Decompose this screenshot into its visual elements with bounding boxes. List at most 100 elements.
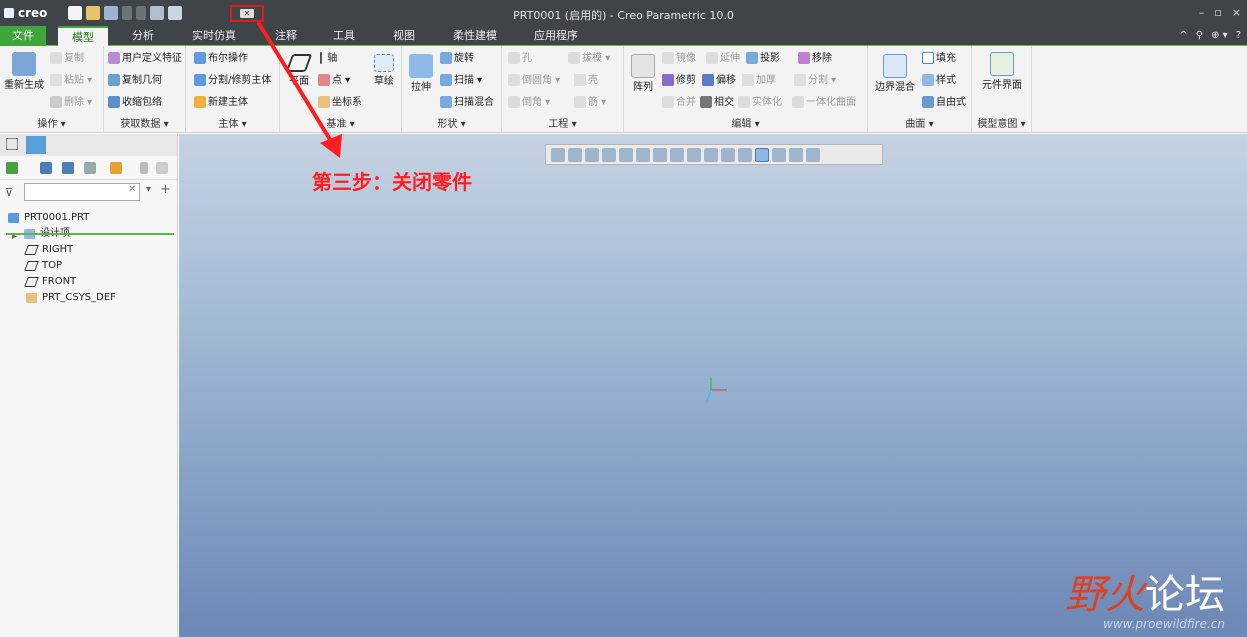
project-button[interactable]: 投影 — [746, 52, 780, 66]
boundary-blend-button[interactable]: 边界混合 — [872, 54, 918, 94]
plane-button[interactable]: 平面 — [284, 54, 314, 88]
search-icon[interactable]: ⚲ — [1196, 30, 1203, 41]
extrude-button[interactable]: 拉伸 — [406, 54, 436, 94]
sweep-button[interactable]: 扫描 ▾ — [440, 74, 482, 88]
maximize-button[interactable]: ▫ — [1214, 6, 1221, 19]
hole-button[interactable]: 孔 — [508, 52, 532, 66]
tab-analysis[interactable]: 分析 — [120, 26, 166, 46]
delete-button[interactable]: 删除 ▾ — [50, 96, 92, 110]
settings-icon[interactable]: ⊕ ▾ — [1211, 30, 1228, 41]
paste-button[interactable]: 粘贴 ▾ — [50, 74, 92, 88]
sketch-button[interactable]: 草绘 — [370, 54, 398, 88]
model-tree-icon[interactable] — [6, 162, 18, 174]
spin-center-icon[interactable] — [806, 147, 820, 162]
axis-display-icon[interactable] — [721, 147, 735, 162]
engineering-group-label[interactable]: 工程 ▾ — [502, 115, 623, 130]
graphics-window[interactable]: 第三步：关闭零件 野火论坛 www.proewildfire.cn — [179, 134, 1247, 637]
display-style-icon[interactable] — [653, 147, 667, 162]
minimize-button[interactable]: – — [1199, 6, 1205, 19]
split-button[interactable]: 分割 ▾ — [794, 74, 836, 88]
pattern-button[interactable]: 阵列 — [628, 54, 658, 94]
operations-group-label[interactable]: 操作 ▾ — [0, 115, 103, 130]
view-manager-icon[interactable] — [670, 147, 684, 162]
clear-icon[interactable]: ✕ — [128, 184, 136, 195]
csys-button[interactable]: 坐标系 — [318, 96, 362, 110]
udf-button[interactable]: 用户定义特征 — [108, 52, 182, 66]
tab-annotate[interactable]: 注释 — [266, 26, 306, 46]
tab-model[interactable]: 模型 — [58, 26, 108, 46]
show-icon[interactable] — [110, 162, 122, 174]
help-icon[interactable]: ? — [1236, 30, 1241, 41]
solidify-button[interactable]: 实体化 — [738, 96, 782, 110]
tree-item-part[interactable]: PRT0001.PRT — [0, 210, 178, 226]
shell-button[interactable]: 壳 — [574, 74, 598, 88]
pause-icon[interactable] — [789, 147, 803, 162]
copy-button[interactable]: 复制 — [50, 52, 84, 66]
chamfer-button[interactable]: 倒角 ▾ — [508, 96, 550, 110]
trim-button[interactable]: 修剪 — [662, 74, 696, 88]
more-icon[interactable] — [140, 162, 148, 174]
close-button[interactable]: × — [1232, 6, 1241, 19]
datum-group-label[interactable]: 基准 ▾ — [280, 115, 401, 130]
point-display-icon[interactable] — [738, 147, 752, 162]
swept-blend-button[interactable]: 扫描混合 — [440, 96, 494, 110]
saved-views-icon[interactable] — [636, 147, 650, 162]
tab-view[interactable]: 视图 — [382, 26, 426, 46]
new-body-button[interactable]: 新建主体 — [194, 96, 248, 110]
perspective-icon[interactable] — [687, 147, 701, 162]
shrinkwrap-button[interactable]: 收缩包络 — [108, 96, 162, 110]
round-button[interactable]: 倒圆角 ▾ — [508, 74, 560, 88]
remove-button[interactable]: 移除 — [798, 52, 832, 66]
reorient-icon[interactable] — [619, 147, 633, 162]
tree-item-front[interactable]: FRONT — [0, 274, 178, 290]
tree-filter-icon[interactable] — [84, 162, 96, 174]
get-data-group-label[interactable]: 获取数据 ▾ — [104, 115, 185, 130]
insert-indicator[interactable] — [6, 233, 174, 235]
freestyle-button[interactable]: 自由式 — [922, 96, 966, 110]
copy-geometry-button[interactable]: 复制几何 — [108, 74, 162, 88]
offset-button[interactable]: 偏移 — [702, 74, 736, 88]
preview-icon[interactable] — [156, 162, 168, 174]
zoom-in-icon[interactable] — [568, 147, 582, 162]
model-intent-group-label[interactable]: 模型意图 ▾ — [972, 115, 1031, 130]
body-group-label[interactable]: 主体 ▾ — [186, 115, 279, 130]
intersect-button[interactable]: 相交 — [700, 96, 734, 110]
style-button[interactable]: 样式 — [922, 74, 956, 88]
rib-button[interactable]: 筋 ▾ — [574, 96, 606, 110]
axis-button[interactable]: 轴 — [320, 52, 337, 66]
tab-flexible-modeling[interactable]: 柔性建模 — [444, 26, 506, 46]
chevron-down-icon[interactable]: ▾ — [146, 184, 151, 195]
tab-simulation[interactable]: 实时仿真 — [186, 26, 242, 46]
split-trim-button[interactable]: 分割/修剪主体 — [194, 74, 271, 88]
tab-applications[interactable]: 应用程序 — [526, 26, 586, 46]
add-icon[interactable]: + — [160, 182, 171, 197]
tree-item-right[interactable]: RIGHT — [0, 242, 178, 258]
annotation-display-icon[interactable] — [772, 147, 786, 162]
repaint-icon[interactable] — [602, 147, 616, 162]
point-button[interactable]: 点 ▾ — [318, 74, 350, 88]
shapes-group-label[interactable]: 形状 ▾ — [402, 115, 501, 130]
tab-tools[interactable]: 工具 — [322, 26, 366, 46]
mirror-button[interactable]: 镜像 — [662, 52, 696, 66]
thicken-button[interactable]: 加厚 — [742, 74, 776, 88]
regenerate-button[interactable]: 重新生成 — [2, 52, 46, 92]
tree-item-csys[interactable]: PRT_CSYS_DEF — [0, 290, 178, 306]
fill-button[interactable]: 填充 — [922, 52, 956, 66]
component-interface-button[interactable]: 元件界面 — [976, 52, 1028, 92]
merge-button[interactable]: 合并 — [662, 96, 696, 110]
model-tree-tab-icon[interactable] — [6, 138, 18, 150]
boolean-button[interactable]: 布尔操作 — [194, 52, 248, 66]
editing-group-label[interactable]: 编辑 ▾ — [624, 115, 867, 130]
tree-columns-icon[interactable] — [62, 162, 74, 174]
refit-icon[interactable] — [551, 147, 565, 162]
tree-search-input[interactable] — [24, 183, 140, 201]
tree-settings-icon[interactable] — [40, 162, 52, 174]
folder-browser-tab-icon[interactable] — [26, 136, 46, 154]
collapse-ribbon-icon[interactable]: ^ — [1179, 30, 1187, 41]
extend-button[interactable]: 延伸 — [706, 52, 740, 66]
revolve-button[interactable]: 旋转 — [440, 52, 474, 66]
surfaces-group-label[interactable]: 曲面 ▾ — [868, 115, 971, 130]
zoom-out-icon[interactable] — [585, 147, 599, 162]
plane-display-icon[interactable] — [704, 147, 718, 162]
tab-file[interactable]: 文件 — [0, 26, 46, 46]
